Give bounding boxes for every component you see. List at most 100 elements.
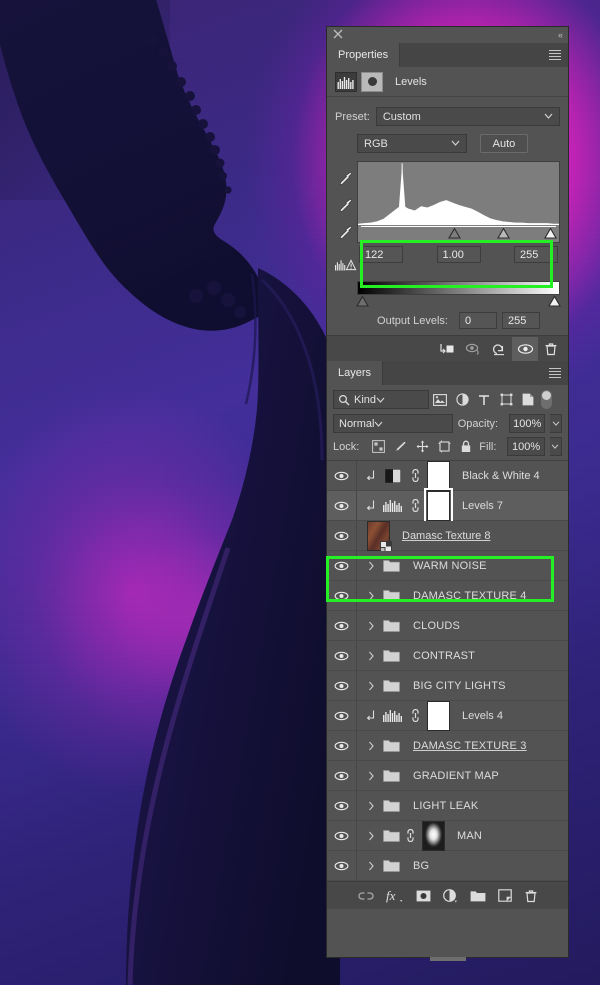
- layer-visibility-toggle[interactable]: [327, 641, 357, 670]
- group-disclosure-triangle-icon[interactable]: [365, 771, 377, 781]
- layer-row-damasc-texture-3[interactable]: DAMASC TEXTURE 3: [327, 731, 568, 761]
- midtone-input-field[interactable]: 1.00: [436, 246, 481, 263]
- layer-row-levels-7[interactable]: Levels 7: [327, 487, 568, 524]
- lock-artboard-icon[interactable]: [436, 439, 453, 455]
- layer-link-icon[interactable]: [410, 709, 421, 722]
- layer-visibility-toggle[interactable]: [327, 491, 357, 520]
- opacity-stepper-chevron-icon[interactable]: [550, 414, 563, 433]
- layer-visibility-toggle[interactable]: [327, 701, 357, 730]
- opacity-value[interactable]: 100%: [509, 414, 546, 433]
- highlight-input-slider-handle[interactable]: [544, 227, 557, 242]
- output-black-field[interactable]: 0: [458, 312, 497, 329]
- group-disclosure-triangle-icon[interactable]: [365, 561, 377, 571]
- delete-icon[interactable]: [538, 337, 564, 361]
- fill-value[interactable]: 100%: [507, 437, 545, 456]
- view-previous-state-icon[interactable]: [460, 337, 486, 361]
- layer-visibility-toggle[interactable]: [327, 851, 357, 880]
- layer-mask-thumbnail[interactable]: [427, 700, 450, 731]
- layer-visibility-toggle[interactable]: [327, 671, 357, 700]
- clip-to-layer-icon[interactable]: [434, 337, 460, 361]
- lock-position-icon[interactable]: [414, 439, 431, 455]
- properties-panel-menu-icon[interactable]: [549, 50, 561, 60]
- group-disclosure-triangle-icon[interactable]: [365, 621, 377, 631]
- reset-icon[interactable]: [486, 337, 512, 361]
- midtone-gamma-slider-handle[interactable]: [496, 227, 510, 242]
- layer-link-icon[interactable]: [405, 829, 416, 842]
- preset-select[interactable]: Custom: [375, 107, 560, 126]
- layer-visibility-toggle[interactable]: [327, 821, 357, 850]
- new-adjustment-layer-icon[interactable]: [442, 888, 458, 903]
- shape-filter-icon[interactable]: [495, 390, 517, 409]
- new-layer-icon[interactable]: [497, 889, 512, 902]
- shadow-input-slider-handle[interactable]: [448, 227, 462, 242]
- histogram-refresh-warning-icon[interactable]: [335, 243, 357, 271]
- layer-visibility-toggle[interactable]: [327, 551, 357, 580]
- tab-layers[interactable]: Layers: [327, 361, 384, 385]
- layer-row-damasc-texture-4[interactable]: DAMASC TEXTURE 4: [327, 581, 568, 611]
- layer-mask-thumbnail[interactable]: [424, 487, 453, 524]
- horizontal-scrollbar[interactable]: [429, 952, 466, 961]
- gray-point-eyedropper-icon[interactable]: [339, 198, 353, 216]
- type-filter-icon[interactable]: [473, 390, 495, 409]
- layer-row-levels-4[interactable]: Levels 4: [327, 700, 568, 731]
- shadow-input-field[interactable]: 122: [359, 246, 403, 263]
- filter-kind-select[interactable]: Kind: [333, 390, 429, 409]
- lock-transparency-icon[interactable]: [370, 439, 387, 455]
- layer-thumbnail[interactable]: [367, 520, 392, 553]
- input-levels-slider-track[interactable]: [357, 225, 560, 243]
- pixel-filter-icon[interactable]: [429, 390, 451, 409]
- layer-visibility-toggle[interactable]: [327, 581, 357, 610]
- lock-image-pixels-icon[interactable]: [392, 439, 409, 455]
- new-group-icon[interactable]: [470, 890, 486, 902]
- group-disclosure-triangle-icon[interactable]: [365, 861, 377, 871]
- tab-properties[interactable]: Properties: [327, 43, 401, 67]
- close-icon[interactable]: [333, 29, 343, 39]
- black-point-eyedropper-icon[interactable]: [339, 171, 353, 189]
- layer-row-bg[interactable]: BG: [327, 851, 568, 881]
- group-disclosure-triangle-icon[interactable]: [365, 741, 377, 751]
- group-mask-thumbnail[interactable]: [422, 820, 445, 851]
- layer-visibility-toggle[interactable]: [327, 521, 357, 550]
- layer-visibility-toggle[interactable]: [327, 761, 357, 790]
- layer-visibility-toggle[interactable]: [327, 731, 357, 760]
- blend-mode-select[interactable]: Normal: [333, 414, 453, 433]
- layer-row-gradient-map[interactable]: GRADIENT MAP: [327, 761, 568, 791]
- group-disclosure-triangle-icon[interactable]: [365, 801, 377, 811]
- collapse-panel-icon[interactable]: ‹‹: [558, 30, 563, 40]
- layer-row-black-white-4[interactable]: Black & White 4: [327, 460, 568, 491]
- output-white-slider-handle[interactable]: [548, 295, 561, 310]
- layer-row-big-city-lights[interactable]: BIG CITY LIGHTS: [327, 671, 568, 701]
- layer-row-light-leak[interactable]: LIGHT LEAK: [327, 791, 568, 821]
- toggle-visibility-icon[interactable]: [512, 336, 538, 361]
- group-disclosure-triangle-icon[interactable]: [365, 651, 377, 661]
- auto-button[interactable]: Auto: [480, 134, 528, 153]
- layer-row-man[interactable]: MAN: [327, 820, 568, 851]
- layer-row-damasc-texture-8[interactable]: Damasc Texture 8: [327, 520, 568, 553]
- group-disclosure-triangle-icon[interactable]: [365, 831, 377, 841]
- layer-mask-thumbnail[interactable]: [427, 460, 450, 491]
- lock-all-icon[interactable]: [457, 439, 474, 455]
- fill-stepper-chevron-icon[interactable]: [549, 437, 563, 456]
- white-point-eyedropper-icon[interactable]: [339, 225, 353, 243]
- highlight-input-field[interactable]: 255: [514, 246, 558, 263]
- layer-visibility-toggle[interactable]: [327, 461, 357, 490]
- layer-link-icon[interactable]: [410, 469, 421, 482]
- layer-style-fx-icon[interactable]: fx: [386, 889, 404, 903]
- add-layer-mask-icon[interactable]: [416, 890, 431, 902]
- output-black-slider-handle[interactable]: [356, 295, 369, 310]
- channel-select[interactable]: RGB: [357, 134, 467, 153]
- layer-row-contrast[interactable]: CONTRAST: [327, 641, 568, 671]
- layers-panel-menu-icon[interactable]: [549, 368, 561, 378]
- layer-row-warm-noise[interactable]: WARM NOISE: [327, 551, 568, 581]
- link-layers-icon[interactable]: [357, 891, 374, 901]
- smart-object-filter-icon[interactable]: [517, 390, 539, 409]
- filter-toggle-icon[interactable]: [541, 390, 552, 409]
- output-levels-slider-track[interactable]: [356, 295, 561, 310]
- layer-visibility-toggle[interactable]: [327, 791, 357, 820]
- layer-row-clouds[interactable]: CLOUDS: [327, 611, 568, 641]
- group-disclosure-triangle-icon[interactable]: [365, 591, 377, 601]
- layer-visibility-toggle[interactable]: [327, 611, 357, 640]
- group-disclosure-triangle-icon[interactable]: [365, 681, 377, 691]
- layer-link-icon[interactable]: [410, 499, 421, 512]
- delete-layer-icon[interactable]: [524, 889, 538, 903]
